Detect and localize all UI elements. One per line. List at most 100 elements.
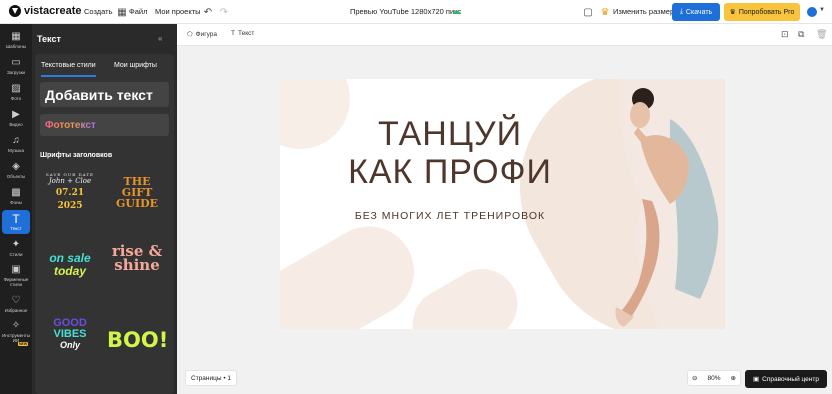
decor-blob (399, 256, 531, 329)
rail-label: Избранное (4, 307, 28, 313)
tagline-text[interactable]: БЕЗ МНОГИХ ЛЕТ ТРЕНИРОВОК (310, 210, 590, 222)
add-text-button[interactable]: Добавить текст (40, 82, 169, 107)
folder-icon: ▭ (11, 56, 21, 68)
help-center-button[interactable]: ▣ Справочный центр (745, 370, 827, 388)
tile-text: VIBES (53, 328, 87, 340)
tile-text: 2025 (57, 201, 83, 211)
comment-icon[interactable]: ▢ (581, 5, 595, 19)
duplicate-icon[interactable]: ⧉ (798, 29, 804, 40)
download-icon: ⤓ (679, 8, 683, 15)
rail-brand-kit[interactable]: ▣ Фирменные стили (2, 262, 30, 290)
sparkle-icon: ✦ (11, 238, 21, 250)
grid-icon: ▦ (11, 30, 21, 42)
rail-backgrounds[interactable]: ▩ Фоны (2, 184, 30, 208)
shape-icon: ⬠ (187, 31, 193, 38)
download-label: Скачать (685, 8, 713, 16)
rail-label: Стили (9, 251, 23, 257)
tab-my-fonts[interactable]: Мои шрифты (114, 62, 157, 69)
design-canvas[interactable]: ТАНЦУЙ КАК ПРОФИ БЕЗ МНОГИХ ЛЕТ ТРЕНИРОВ… (280, 79, 725, 329)
tile-text: John + Cloe (48, 177, 92, 185)
music-icon: ♫ (12, 134, 20, 146)
headline-line-2[interactable]: КАК ПРОФИ (310, 153, 590, 191)
rail-label: Фоны (10, 199, 22, 205)
redo-icon[interactable]: ↷ (217, 5, 231, 19)
rail-uploads[interactable]: ▭ Загрузки (2, 54, 30, 78)
try-pro-button[interactable]: ♛ Попробовать Pro (724, 3, 800, 21)
avatar[interactable] (807, 7, 817, 17)
headline-line-1[interactable]: ТАНЦУЙ (310, 115, 590, 153)
collapse-panel-icon[interactable]: « (158, 34, 162, 43)
text-tool-icon: T (231, 30, 235, 37)
rail-label: Музыка (8, 147, 24, 153)
rail-templates[interactable]: ▦ Шаблоны (2, 28, 30, 52)
shape-tool[interactable]: ⬠ Фигура (187, 30, 218, 39)
chevron-down-icon[interactable]: ▼ (819, 7, 825, 13)
top-bar: vistacreate Создать ▦ Файл Мои проекты ↶… (0, 0, 832, 24)
rail-label: Шаблоны (6, 43, 26, 49)
create-menu[interactable]: Создать (84, 7, 113, 16)
shape-label: Фигура (195, 30, 218, 38)
tile-text: BOO! (107, 328, 167, 352)
font-tile-on-sale[interactable]: on sale today (40, 238, 100, 294)
document-title[interactable]: Превью YouTube 1280x720 пикс (350, 7, 461, 16)
tile-text: today (53, 264, 86, 278)
font-tile-rise-shine[interactable]: rise & shine (107, 238, 167, 294)
crown-icon: ♛ (600, 6, 610, 18)
text-icon: T (12, 211, 20, 226)
font-tile-good-vibes[interactable]: GOOD VIBES Only (40, 312, 100, 368)
trash-icon[interactable]: 🗑 (816, 29, 827, 40)
tab-text-styles[interactable]: Текстовые стили (41, 62, 96, 77)
video-icon: ▶ (12, 108, 20, 120)
rail-label: Объекты (6, 173, 26, 179)
add-page-icon[interactable]: ⊡ (781, 29, 789, 40)
tile-text: THE GIFT GUIDE (115, 175, 159, 210)
font-tile-boo[interactable]: BOO! (107, 312, 167, 368)
text-tool[interactable]: T Текст (231, 30, 254, 37)
photo-text-button[interactable]: Фототекст (40, 114, 169, 136)
rail-music[interactable]: ♫ Музыка (2, 132, 30, 156)
context-toolbar: ⬠ Фигура T Текст ⊡ ⧉ 🗑 (177, 24, 832, 46)
text-panel: Текст « Текстовые стили Мои шрифты Добав… (32, 24, 177, 394)
decor-blob (280, 210, 431, 329)
rail-video[interactable]: ▶ Видео (2, 106, 30, 130)
font-tile-save-date[interactable]: SAVE OUR DATE John + Cloe 07.21 2025 (40, 168, 100, 224)
zoom-out-icon[interactable]: ⊖ (692, 374, 697, 382)
ballerina-photo[interactable] (580, 79, 725, 329)
zoom-control: ⊖ 80% ⊕ (687, 370, 741, 386)
undo-icon[interactable]: ↶ (201, 5, 215, 19)
font-tile-gift-guide[interactable]: THE GIFT GUIDE (107, 168, 167, 224)
tile-text: rise & shine (111, 242, 163, 274)
logo-icon (9, 5, 21, 17)
section-heading: Шрифты заголовков (40, 152, 113, 159)
panel-title: Текст (37, 34, 61, 44)
left-rail: ▦ Шаблоны ▭ Загрузки ▨ Фото ▶ Видео ♫ Музыка … (0, 24, 32, 394)
rail-label: Фото (10, 95, 22, 101)
file-menu[interactable]: Файл (129, 7, 147, 16)
rail-objects[interactable]: ◈ Объекты (2, 158, 30, 182)
vistacreate-logo[interactable]: vistacreate (9, 5, 82, 17)
resize-button[interactable]: Изменить размер (613, 7, 674, 16)
canvas-area: ⬠ Фигура T Текст ⊡ ⧉ 🗑 ТАНЦУЙ КАК ПРОФИ … (177, 24, 832, 394)
ai-icon: ✧ (11, 320, 21, 331)
tile-text: Only (59, 340, 80, 350)
zoom-in-icon[interactable]: ⊕ (731, 374, 736, 382)
zoom-level[interactable]: 80% (707, 375, 720, 382)
heart-icon: ♡ (11, 294, 21, 306)
rail-favorites[interactable]: ♡ Избранное (2, 292, 30, 316)
brand-icon: ▣ (11, 264, 21, 275)
try-pro-label: Попробовать Pro (738, 8, 795, 16)
rail-label: Загрузки (6, 69, 26, 75)
rail-styles[interactable]: ✦ Стили (2, 236, 30, 260)
rail-label: Текст (10, 225, 22, 231)
rail-label: Фирменные стили (3, 277, 29, 287)
pattern-icon: ▩ (11, 186, 21, 198)
rail-photo[interactable]: ▨ Фото (2, 80, 30, 104)
shapes-icon: ◈ (12, 160, 20, 172)
photo-text-label: Фототекст (45, 119, 96, 131)
rail-text[interactable]: T Текст (2, 210, 30, 234)
help-label: Справочный центр (762, 375, 819, 383)
pages-button[interactable]: Страницы • 1 (185, 370, 238, 386)
download-button[interactable]: ⤓ Скачать (672, 3, 720, 21)
my-projects-link[interactable]: Мои проекты (155, 7, 201, 16)
text-tool-label: Текст (237, 30, 255, 37)
